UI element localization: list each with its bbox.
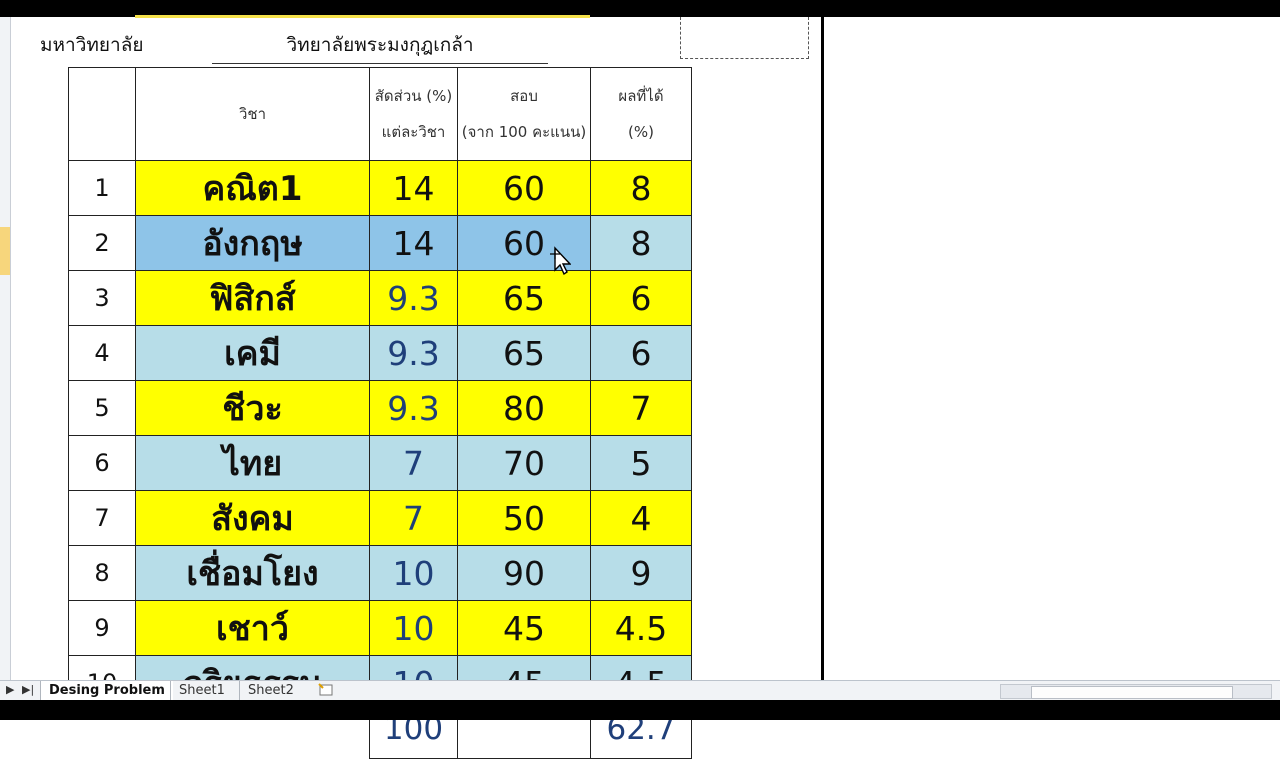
score-cell[interactable]: 50 [457,490,591,546]
row-number-cell[interactable]: 9 [68,600,136,656]
selected-row-header [0,227,10,275]
window-bottom-bar [0,700,1280,720]
ratio-cell[interactable]: 9.3 [369,325,458,381]
subject-cell[interactable]: เคมี [135,325,370,381]
subject-cell[interactable]: อังกฤษ [135,215,370,271]
result-cell[interactable]: 7 [590,380,692,436]
result-cell[interactable]: 6 [590,325,692,381]
tab-scroll-last-icon[interactable]: ▶| [22,683,34,696]
table-row: 4 เคมี 9.3 65 6 [68,325,692,381]
row-number-cell[interactable]: 3 [68,270,136,326]
result-cell[interactable]: 4 [590,490,692,546]
subject-cell[interactable]: เชาว์ [135,600,370,656]
result-cell[interactable]: 6 [590,270,692,326]
table-row: 7 สังคม 7 50 4 [68,490,692,546]
result-cell[interactable]: 8 [590,215,692,271]
ratio-cell[interactable]: 9.3 [369,270,458,326]
university-name[interactable]: วิทยาลัยพระมงกุฎเกล้า [212,30,548,64]
score-cell[interactable]: 65 [457,325,591,381]
header-subject[interactable]: วิชา [135,67,370,161]
ratio-cell[interactable]: 10 [369,600,458,656]
subject-cell[interactable]: ไทย [135,435,370,491]
cell-fill-strip [135,15,590,18]
header-exam-line1: สอบ [510,87,538,105]
header-result-line2: (%) [628,123,654,141]
row-header-strip[interactable] [0,17,11,680]
table-row-selected: 2 อังกฤษ 14 60 8 [68,215,692,271]
row-number-cell[interactable]: 7 [68,490,136,546]
sheet-tab-desing-problem[interactable]: Desing Problem [40,681,173,700]
ratio-cell[interactable]: 14 [369,215,458,271]
table-row: 5 ชีวะ 9.3 80 7 [68,380,692,436]
row-number-cell[interactable]: 5 [68,380,136,436]
header-ratio-line1: สัดส่วน (%) [374,87,453,105]
header-exam[interactable]: สอบ (จาก 100 คะแนน) [457,67,591,161]
mouse-cursor-icon [550,246,571,276]
ratio-cell[interactable]: 10 [369,545,458,601]
result-cell[interactable]: 8 [590,160,692,216]
result-cell[interactable]: 5 [590,435,692,491]
scrollbar-thumb[interactable] [1031,686,1233,699]
score-cell[interactable]: 60 [457,160,591,216]
dashed-region [680,17,809,59]
insert-sheet-icon[interactable] [317,682,335,698]
header-no-cell[interactable] [68,67,136,161]
table-row: 3 ฟิสิกส์ 9.3 65 6 [68,270,692,326]
subject-cell[interactable]: สังคม [135,490,370,546]
score-cell[interactable]: 80 [457,380,591,436]
row-number-cell[interactable]: 4 [68,325,136,381]
table-row: 6 ไทย 7 70 5 [68,435,692,491]
subject-cell[interactable]: คณิต1 [135,160,370,216]
score-table: วิชา สัดส่วน (%) แต่ละวิชา สอบ (จาก 100 คะ… [68,67,692,759]
subject-cell[interactable]: เชื่อมโยง [135,545,370,601]
row-number-cell[interactable]: 6 [68,435,136,491]
row-number-cell[interactable]: 1 [68,160,136,216]
row-number-cell[interactable]: 2 [68,215,136,271]
table-row: 9 เชาว์ 10 45 4.5 [68,600,692,656]
subject-cell[interactable]: ฟิสิกส์ [135,270,370,326]
horizontal-scrollbar[interactable] [1000,684,1272,699]
row-number-cell[interactable]: 8 [68,545,136,601]
university-label: มหาวิทยาลัย [40,34,144,56]
sheet-tab-bar: ▶ ▶| Desing Problem Sheet1 Sheet2 [0,680,1280,701]
header-subject-label: วิชา [238,105,267,123]
header-row: วิชา สัดส่วน (%) แต่ละวิชา สอบ (จาก 100 คะ… [68,67,692,161]
subject-cell[interactable]: ชีวะ [135,380,370,436]
table-row: 1 คณิต1 14 60 8 [68,160,692,216]
score-cell[interactable]: 65 [457,270,591,326]
score-cell[interactable]: 45 [457,600,591,656]
page-break-line [821,17,824,680]
ratio-cell[interactable]: 7 [369,490,458,546]
result-cell[interactable]: 4.5 [590,600,692,656]
ratio-cell[interactable]: 14 [369,160,458,216]
header-ratio[interactable]: สัดส่วน (%) แต่ละวิชา [369,67,458,161]
header-ratio-line2: แต่ละวิชา [381,123,446,141]
sheet-tab-sheet2[interactable]: Sheet2 [239,681,302,700]
sheet-tab-sheet1[interactable]: Sheet1 [170,681,233,700]
table-row: 8 เชื่อมโยง 10 90 9 [68,545,692,601]
score-cell[interactable]: 70 [457,435,591,491]
header-result[interactable]: ผลที่ได้ (%) [590,67,692,161]
ratio-cell[interactable]: 7 [369,435,458,491]
result-cell[interactable]: 9 [590,545,692,601]
header-exam-line2: (จาก 100 คะแนน) [461,123,587,141]
tab-scroll-prev-icon[interactable]: ▶ [6,683,14,696]
header-result-line1: ผลที่ได้ [618,87,664,105]
score-cell[interactable]: 90 [457,545,591,601]
ratio-cell[interactable]: 9.3 [369,380,458,436]
